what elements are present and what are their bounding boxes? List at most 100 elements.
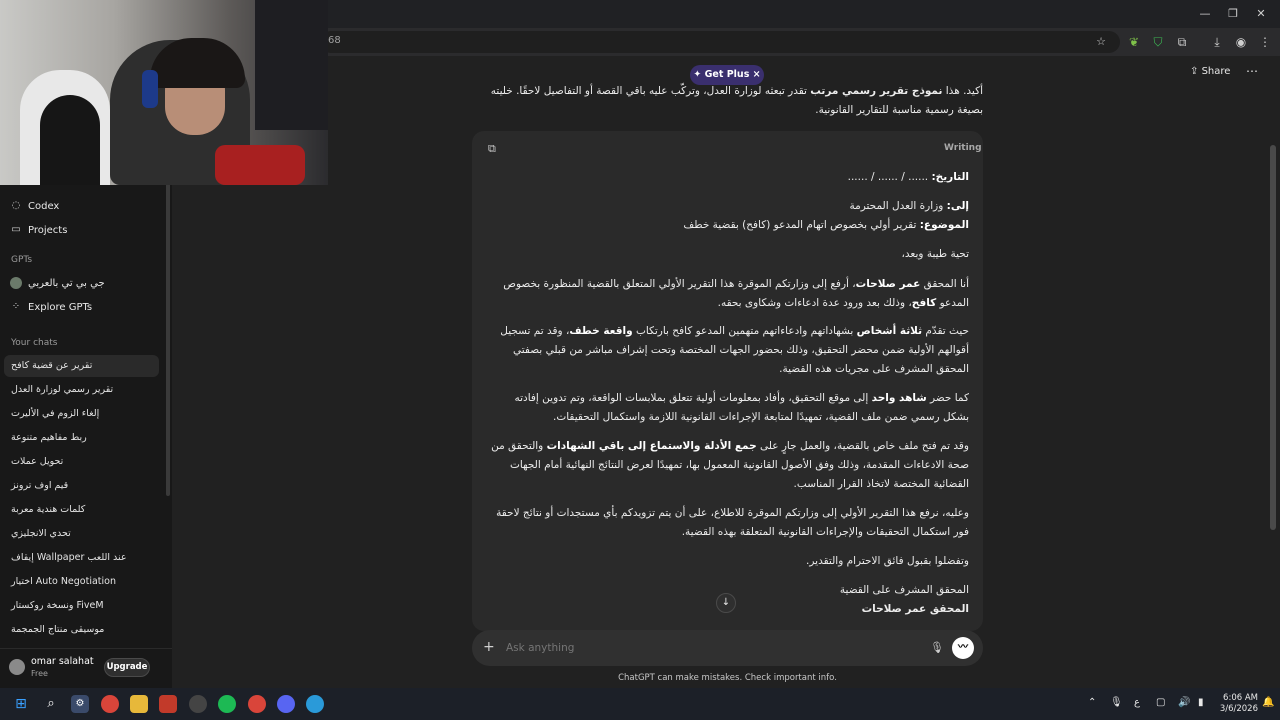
chat-item[interactable]: تحويل عملات: [4, 451, 159, 473]
chat-item[interactable]: كلمات هندية معربة: [4, 499, 159, 521]
scroll-down-button[interactable]: ↓: [716, 593, 736, 613]
doc-paragraph-2: حيث تقدّم ثلاثة أشخاص بشهاداتهم وادعاءات…: [486, 322, 969, 379]
battery-icon[interactable]: ▮: [1198, 697, 1204, 708]
user-panel[interactable]: omar salahat Free Upgrade: [0, 648, 172, 688]
webcam-overlay: [0, 0, 328, 185]
writing-label: Writing: [944, 143, 982, 153]
file-explorer-icon[interactable]: [130, 695, 148, 713]
tray-language[interactable]: ع: [1134, 697, 1140, 708]
app-icon[interactable]: [159, 695, 177, 713]
p1-text: ، وذلك بعد ورود عدة ادعاءات وشكاوى بحقه.: [717, 297, 912, 309]
bookmark-star-icon[interactable]: ☆: [1096, 35, 1106, 48]
add-attachment-icon[interactable]: +: [483, 639, 495, 655]
discord-icon[interactable]: [277, 695, 295, 713]
doc-greeting: تحية طيبة وبعد،: [901, 248, 969, 260]
tray-mic-icon[interactable]: 🎙: [1110, 697, 1123, 708]
p4-bold: جمع الأدلة والاستماع إلى باقي الشهادات: [546, 440, 757, 452]
chrome-icon[interactable]: [101, 695, 119, 713]
webcam-red-object: [215, 145, 305, 185]
clock-date: 3/6/2026: [1219, 704, 1258, 714]
copy-icon[interactable]: ⧉: [488, 142, 496, 156]
intro-text: أكيد. هذا: [942, 85, 983, 97]
p1-bold: كافح: [911, 297, 937, 309]
volume-icon[interactable]: 🔊: [1178, 697, 1190, 708]
p2-text: بشهاداتهم وادعاءاتهم متهمين المدعو كافح …: [632, 325, 857, 337]
assistant-intro-message: أكيد. هذا نموذج تقرير رسمي مرتب تقدر تبع…: [470, 82, 983, 120]
upgrade-button[interactable]: Upgrade: [104, 658, 150, 677]
subject-label: الموضوع:: [919, 219, 969, 231]
grid-icon: ⁘: [11, 301, 21, 312]
search-icon[interactable]: ⌕: [42, 695, 60, 713]
user-name: omar salahat: [31, 656, 94, 667]
avatar: [9, 659, 25, 675]
chat-item[interactable]: اختيار Auto Negotiation: [4, 571, 159, 593]
date-value: ...... / ...... / ......: [847, 171, 932, 183]
tray-expand-icon[interactable]: ⌃: [1088, 697, 1096, 708]
p3-bold: شاهد واحد: [871, 392, 927, 404]
profile-icon[interactable]: ◉: [1233, 34, 1249, 50]
close-icon[interactable]: ✕: [1244, 4, 1278, 24]
extension-leaf-icon[interactable]: ❦: [1126, 34, 1142, 50]
doc-paragraph-1: أنا المحقق عمر صلاحات، أرفع إلى وزارتكم …: [486, 275, 969, 313]
sidebar-item-codex[interactable]: ◌ Codex: [10, 196, 160, 216]
spotify-icon[interactable]: [218, 695, 236, 713]
chat-item[interactable]: تقرير عن قضية كافح: [4, 355, 159, 377]
notification-bell-icon[interactable]: 🔔: [1262, 697, 1274, 708]
windows-start-icon[interactable]: ⊞: [12, 695, 30, 713]
download-icon[interactable]: ⤓: [1209, 34, 1225, 50]
chat-item[interactable]: موسيقى منتاج الجمجمة: [4, 619, 159, 641]
webcam-shelf: [255, 0, 328, 130]
doc-paragraph-5: وعليه، نرفع هذا التقرير الأولي إلى وزارت…: [496, 507, 969, 538]
sidebar-item-label: جي بي تي بالعربي: [28, 277, 105, 289]
share-label: Share: [1201, 66, 1231, 77]
p3-text: كما حضر: [926, 392, 969, 404]
doc-paragraph-6: وتفضلوا بقبول فائق الاحترام والتقدير.: [806, 555, 969, 567]
sidebar-item-label: Explore GPTs: [28, 301, 93, 313]
intro-bold-text: نموذج تقرير رسمي مرتب: [810, 85, 943, 97]
url-text: 68: [328, 35, 341, 46]
p1-bold: عمر صلاحات: [855, 278, 921, 290]
doc-subject-line: الموضوع: تقرير أولي بخصوص اتهام المدعو (…: [486, 216, 969, 235]
chat-item[interactable]: ونسخة روكستار FiveM: [4, 595, 159, 617]
chat-item[interactable]: ربط مفاهيم متنوعة: [4, 427, 159, 449]
gpts-section-label: GPTs: [11, 255, 33, 265]
network-icon[interactable]: ▢: [1156, 697, 1165, 708]
doc-date-line: التاريخ: ...... / ...... / ......: [486, 168, 969, 187]
chat-item[interactable]: تقرير رسمي لوزارة العدل: [4, 379, 159, 401]
prompt-input[interactable]: [506, 642, 886, 654]
chat-item[interactable]: تحدي الانجليزي: [4, 523, 159, 545]
settings-gear-icon[interactable]: ⚙: [71, 695, 89, 713]
doc-paragraph-4: وقد تم فتح ملف خاص بالقضية، والعمل جارٍ …: [486, 437, 969, 494]
sidebar-item-projects[interactable]: ▭ Projects: [10, 220, 160, 240]
sidebar-item-arabic-gpt[interactable]: جي بي تي بالعربي: [10, 273, 160, 293]
share-icon: ⇪: [1190, 66, 1199, 77]
to-value: وزارة العدل المحترمة: [849, 200, 947, 212]
webcam-headset: [142, 70, 158, 108]
url-field[interactable]: 68 ☆: [320, 31, 1120, 53]
obs-icon[interactable]: [189, 695, 207, 713]
browser-menu-icon[interactable]: ⋮: [1257, 34, 1273, 50]
codex-icon: ◌: [11, 200, 21, 211]
chat-item[interactable]: قيم اوف ترونز: [4, 475, 159, 497]
app-blue-icon[interactable]: [306, 695, 324, 713]
sidebar-scrollbar[interactable]: [166, 176, 170, 496]
voice-mode-button[interactable]: 〰: [952, 637, 974, 659]
microphone-icon[interactable]: 🎙: [930, 641, 944, 654]
taskbar-clock[interactable]: 6:06 AM 3/6/2026: [1212, 693, 1258, 715]
date-label: التاريخ:: [931, 171, 969, 183]
extensions-puzzle-icon[interactable]: ⧉: [1174, 34, 1190, 50]
doc-paragraph-3: كما حضر شاهد واحد إلى موقع التحقيق، وأفا…: [486, 389, 969, 427]
chat-item[interactable]: إيقاف Wallpaper عند اللعب: [4, 547, 159, 569]
chrome-active-icon[interactable]: [248, 695, 266, 713]
sidebar-item-explore-gpts[interactable]: ⁘ Explore GPTs: [10, 297, 160, 317]
shield-icon[interactable]: ⛉: [1150, 34, 1166, 50]
sidebar-item-label: Projects: [28, 224, 68, 236]
chat-item[interactable]: إلغاء الزوم في الأليرت: [4, 403, 159, 425]
to-label: إلى:: [946, 200, 969, 212]
more-options-icon[interactable]: ⋯: [1246, 64, 1258, 78]
doc-to-line: إلى: وزارة العدل المحترمة: [486, 197, 969, 216]
gpt-avatar-icon: [10, 277, 22, 289]
share-button[interactable]: ⇪ Share: [1190, 66, 1230, 77]
webcam-chair-inner: [40, 95, 100, 185]
main-scrollbar[interactable]: [1270, 145, 1276, 530]
